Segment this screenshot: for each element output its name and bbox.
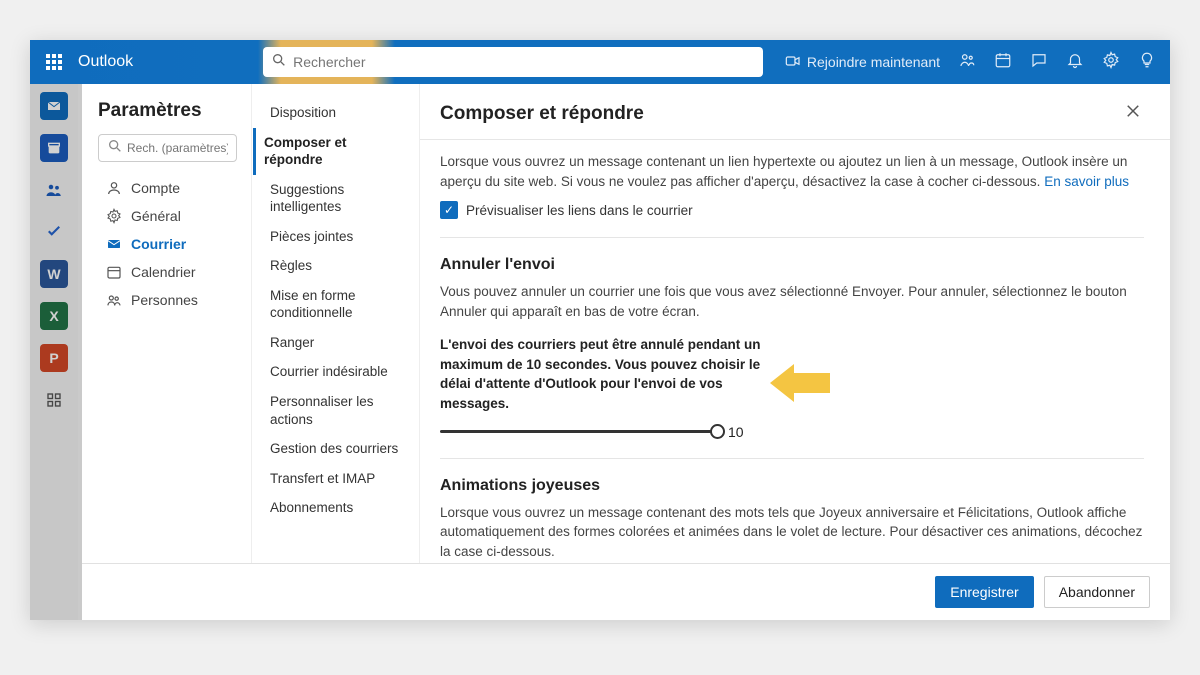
search-icon	[107, 138, 123, 159]
sub-sweep[interactable]: Ranger	[264, 328, 411, 358]
chat-icon[interactable]	[1030, 51, 1048, 74]
join-now-button[interactable]: Rejoindre maintenant	[785, 53, 940, 72]
topbar: Outlook Rejoindre maintenant	[30, 40, 1170, 84]
settings-search[interactable]	[98, 134, 237, 162]
nav-mail[interactable]: Courrier	[98, 230, 237, 258]
modal-overlay: Paramètres Compte Général	[30, 84, 1170, 620]
link-preview-desc: Lorsque vous ouvrez un message contenant…	[440, 152, 1144, 191]
sub-smart-suggestions[interactable]: Suggestions intelligentes	[264, 175, 411, 222]
settings-nav: Paramètres Compte Général	[82, 84, 252, 563]
calendar-icon	[105, 264, 123, 280]
calendar-icon[interactable]	[994, 51, 1012, 74]
sub-mail-handling[interactable]: Gestion des courriers	[264, 434, 411, 464]
undo-send-title: Annuler l'envoi	[440, 256, 1144, 274]
joyful-title: Animations joyeuses	[440, 477, 1144, 495]
brand-label: Outlook	[78, 53, 133, 71]
slider-thumb[interactable]	[710, 424, 725, 439]
undo-send-desc: Vous pouvez annuler un courrier une fois…	[440, 282, 1144, 321]
sub-conditional-formatting[interactable]: Mise en forme conditionnelle	[264, 281, 411, 328]
sub-forwarding-imap[interactable]: Transfert et IMAP	[264, 464, 411, 494]
divider	[440, 237, 1144, 238]
settings-subnav: Disposition Composer et répondre Suggest…	[252, 84, 420, 563]
mail-icon	[105, 236, 123, 252]
settings-search-input[interactable]	[127, 141, 228, 155]
divider	[440, 458, 1144, 459]
arrow-annotation-icon	[770, 360, 830, 406]
sub-attachments[interactable]: Pièces jointes	[264, 222, 411, 252]
nav-general[interactable]: Général	[98, 202, 237, 230]
save-button[interactable]: Enregistrer	[935, 576, 1033, 608]
video-icon	[785, 53, 801, 72]
undo-send-slider[interactable]	[440, 430, 718, 433]
nav-calendar[interactable]: Calendrier	[98, 258, 237, 286]
search-icon	[271, 52, 287, 73]
lightbulb-icon[interactable]	[1138, 51, 1156, 74]
bell-icon[interactable]	[1066, 51, 1084, 74]
people-icon	[105, 292, 123, 308]
content-title: Composer et répondre	[440, 103, 1116, 125]
app-launcher-icon[interactable]	[38, 46, 70, 78]
sub-junk[interactable]: Courrier indésirable	[264, 357, 411, 387]
search-input[interactable]	[293, 54, 755, 70]
search-box[interactable]	[263, 47, 763, 77]
joyful-desc: Lorsque vous ouvrez un message contenant…	[440, 503, 1144, 562]
teams-icon[interactable]	[958, 51, 976, 74]
sub-layout[interactable]: Disposition	[264, 98, 411, 128]
link-preview-label: Prévisualiser les liens dans le courrier	[466, 203, 693, 218]
sub-compose-reply[interactable]: Composer et répondre	[253, 128, 411, 175]
settings-modal: Paramètres Compte Général	[82, 84, 1170, 620]
undo-send-bold: L'envoi des courriers peut être annulé p…	[440, 335, 770, 413]
gear-icon[interactable]	[1102, 51, 1120, 74]
link-preview-checkbox[interactable]: ✓	[440, 201, 458, 219]
sub-subscriptions[interactable]: Abonnements	[264, 493, 411, 523]
settings-title: Paramètres	[98, 100, 237, 122]
nav-account[interactable]: Compte	[98, 174, 237, 202]
modal-footer: Enregistrer Abandonner	[82, 564, 1170, 620]
slider-value: 10	[728, 424, 744, 440]
app-window: Outlook Rejoindre maintenant	[30, 40, 1170, 620]
gear-icon	[105, 208, 123, 224]
settings-content: Composer et répondre Lorsque vous ouvrez…	[420, 84, 1170, 563]
learn-more-link[interactable]: En savoir plus	[1044, 174, 1129, 189]
topbar-right: Rejoindre maintenant	[785, 51, 1162, 74]
sub-customize-actions[interactable]: Personnaliser les actions	[264, 387, 411, 434]
sub-rules[interactable]: Règles	[264, 251, 411, 281]
person-icon	[105, 180, 123, 196]
nav-people[interactable]: Personnes	[98, 286, 237, 314]
discard-button[interactable]: Abandonner	[1044, 576, 1150, 608]
close-button[interactable]	[1116, 98, 1150, 129]
